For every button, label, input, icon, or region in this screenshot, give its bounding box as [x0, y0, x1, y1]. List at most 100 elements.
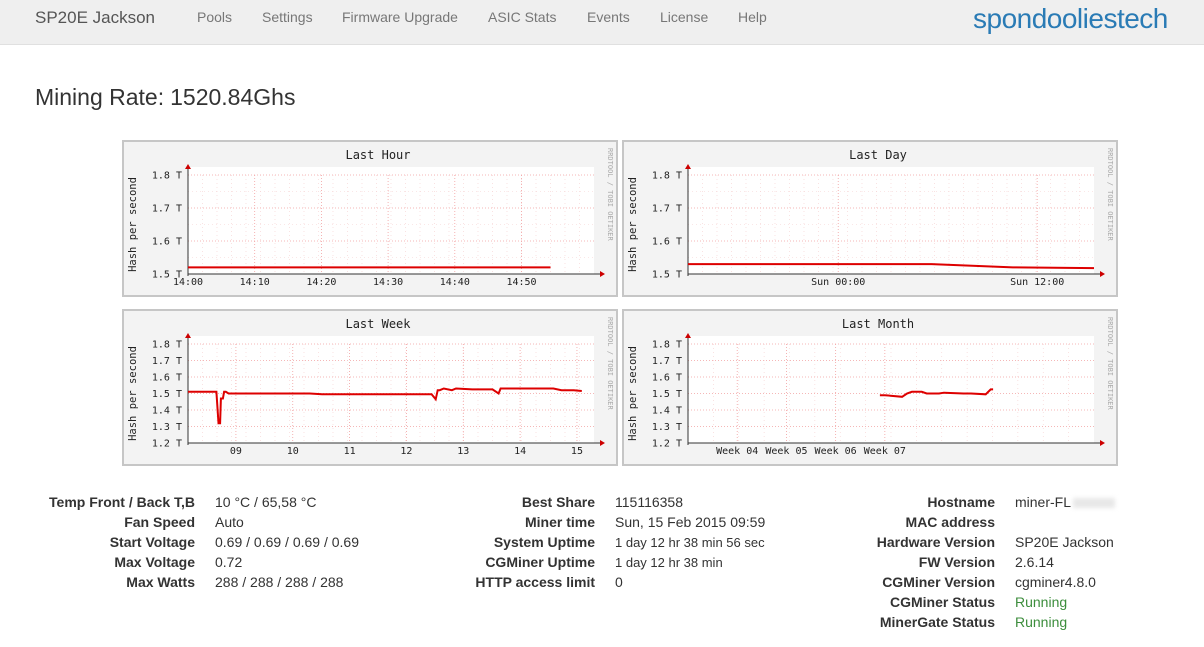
x-tick-label: Sun 00:00 — [811, 277, 865, 288]
y-tick-label: 1.3 T — [652, 422, 682, 433]
chart-title: Last Day — [849, 148, 907, 162]
nav-item-help[interactable]: Help — [738, 9, 767, 25]
mining-rate-heading: Mining Rate: 1520.84Ghs — [35, 84, 301, 111]
y-tick-label: 1.5 T — [652, 389, 682, 400]
graph-last-hour: Last Hour Hash per second RRDTOOL / TOBI O… — [122, 140, 618, 297]
stat-label: CGMiner Status — [889, 594, 995, 610]
chart-title: Last Hour — [345, 148, 410, 162]
stat-label: Miner time — [524, 514, 595, 530]
stat-value: Auto — [215, 514, 244, 530]
mining-rate-value: 1520.84Ghs — [170, 84, 296, 110]
y-tick-label: 1.4 T — [152, 406, 182, 417]
x-tick-label: Week 05 — [765, 446, 807, 457]
y-axis-label: Hash per second — [627, 346, 639, 441]
stat-value: 288 / 288 / 288 / 288 — [215, 574, 344, 590]
rrdtool-watermark: RRDTOOL / TOBI OETIKER — [1106, 148, 1114, 242]
y-tick-label: 1.2 T — [652, 439, 682, 450]
stat-value: cgminer4.8.0 — [1015, 574, 1096, 590]
y-tick-label: 1.7 T — [652, 204, 682, 215]
stat-value: 2.6.14 — [1015, 554, 1054, 570]
rrdtool-watermark: RRDTOOL / TOBI OETIKER — [606, 148, 614, 242]
x-tick-label: 15 — [571, 446, 583, 457]
stat-value: 115116358 — [615, 494, 683, 510]
stat-label: CGMiner Version — [882, 574, 995, 590]
redacted-mark — [1073, 498, 1116, 509]
stat-label: Temp Front / Back T,B — [49, 494, 195, 510]
y-tick-label: 1.6 T — [152, 237, 182, 248]
y-tick-label: 1.7 T — [152, 204, 182, 215]
y-axis-arrow — [185, 333, 191, 338]
stat-label: System Uptime — [493, 534, 595, 550]
stat-label: CGMiner Uptime — [485, 554, 595, 570]
x-tick-label: 13 — [457, 446, 469, 457]
x-tick-label: 14:10 — [240, 277, 270, 288]
x-tick-label: 12 — [400, 446, 412, 457]
stat-value: miner-FL — [1015, 494, 1116, 510]
x-tick-label: Week 04 — [716, 446, 758, 457]
stat-label: Hostname — [927, 494, 995, 510]
x-tick-label: 14:50 — [506, 277, 536, 288]
x-tick-label: 14:00 — [173, 277, 203, 288]
chart-svg: Last Month Hash per second RRDTOOL / TOBI … — [627, 317, 1114, 457]
rrdtool-watermark: RRDTOOL / TOBI OETIKER — [606, 317, 614, 411]
stat-label: Best Share — [521, 494, 595, 510]
stat-label: Max Voltage — [114, 554, 195, 570]
nav-item-asic-stats[interactable]: ASIC Stats — [488, 9, 556, 25]
y-tick-label: 1.6 T — [152, 373, 182, 384]
x-tick-label: 14:40 — [440, 277, 470, 288]
nav-item-events[interactable]: Events — [587, 9, 630, 25]
spondoolies-logo: spondooliestech — [973, 3, 1168, 34]
x-axis-arrow — [1100, 271, 1105, 277]
stat-value: 0.72 — [215, 554, 243, 570]
stat-value: SP20E Jackson — [1015, 534, 1114, 550]
status-badge: Running — [1015, 614, 1068, 630]
stat-label: Fan Speed — [124, 514, 195, 530]
stat-label: Hardware Version — [876, 534, 995, 550]
x-tick-label: 14 — [514, 446, 526, 457]
y-tick-label: 1.4 T — [652, 406, 682, 417]
y-axis-arrow — [685, 164, 691, 169]
y-tick-label: 1.6 T — [652, 237, 682, 248]
x-tick-label: 09 — [230, 446, 242, 457]
y-tick-label: 1.8 T — [652, 340, 682, 351]
stat-label: HTTP access limit — [475, 574, 595, 590]
rrdtool-watermark: RRDTOOL / TOBI OETIKER — [1106, 317, 1114, 411]
stat-value: 0 — [615, 574, 623, 590]
y-tick-label: 1.3 T — [152, 422, 182, 433]
stat-value: 1 day 12 hr 38 min — [615, 555, 723, 570]
status-badge: Running — [1015, 594, 1068, 610]
y-tick-label: 1.8 T — [152, 171, 182, 182]
x-tick-label: 14:20 — [306, 277, 336, 288]
y-tick-label: 1.7 T — [652, 356, 682, 367]
nav-item-firmware-upgrade[interactable]: Firmware Upgrade — [342, 9, 458, 25]
stat-label: MinerGate Status — [879, 614, 995, 630]
hostname-value: miner-FL — [1015, 494, 1072, 510]
brand-title[interactable]: SP20E Jackson — [35, 8, 155, 28]
graph-last-month: Last Month Hash per second RRDTOOL / TOBI … — [622, 309, 1118, 466]
chart-title: Last Month — [842, 317, 914, 331]
x-tick-label: 10 — [287, 446, 299, 457]
y-axis-arrow — [685, 333, 691, 338]
nav-item-settings[interactable]: Settings — [262, 9, 313, 25]
stat-value: 1 day 12 hr 38 min 56 sec — [615, 535, 765, 550]
y-axis-label: Hash per second — [127, 346, 139, 441]
top-navbar: SP20E Jackson Pools Settings Firmware Up… — [0, 0, 1204, 45]
chart-svg: Last Day Hash per second RRDTOOL / TOBI OE… — [627, 148, 1114, 288]
graph-last-day: Last Day Hash per second RRDTOOL / TOBI OE… — [622, 140, 1118, 297]
y-tick-label: 1.8 T — [152, 340, 182, 351]
stat-label: FW Version — [918, 554, 995, 570]
x-tick-label: Week 06 — [815, 446, 857, 457]
stat-label: MAC address — [905, 514, 995, 530]
x-tick-label: 14:30 — [373, 277, 403, 288]
stat-value: 10 °C / 65,58 °C — [215, 494, 317, 510]
chart-svg: Last Hour Hash per second RRDTOOL / TOBI O… — [127, 148, 614, 288]
x-tick-label: Sun 12:00 — [1010, 277, 1064, 288]
graph-last-week: Last Week Hash per second RRDTOOL / TOBI O… — [122, 309, 618, 466]
nav-item-pools[interactable]: Pools — [197, 9, 232, 25]
y-tick-label: 1.5 T — [152, 389, 182, 400]
x-axis-arrow — [600, 271, 605, 277]
stat-label: Max Watts — [126, 574, 195, 590]
nav-item-license[interactable]: License — [660, 9, 708, 25]
x-tick-label: Week 07 — [864, 446, 906, 457]
y-tick-label: 1.6 T — [652, 373, 682, 384]
